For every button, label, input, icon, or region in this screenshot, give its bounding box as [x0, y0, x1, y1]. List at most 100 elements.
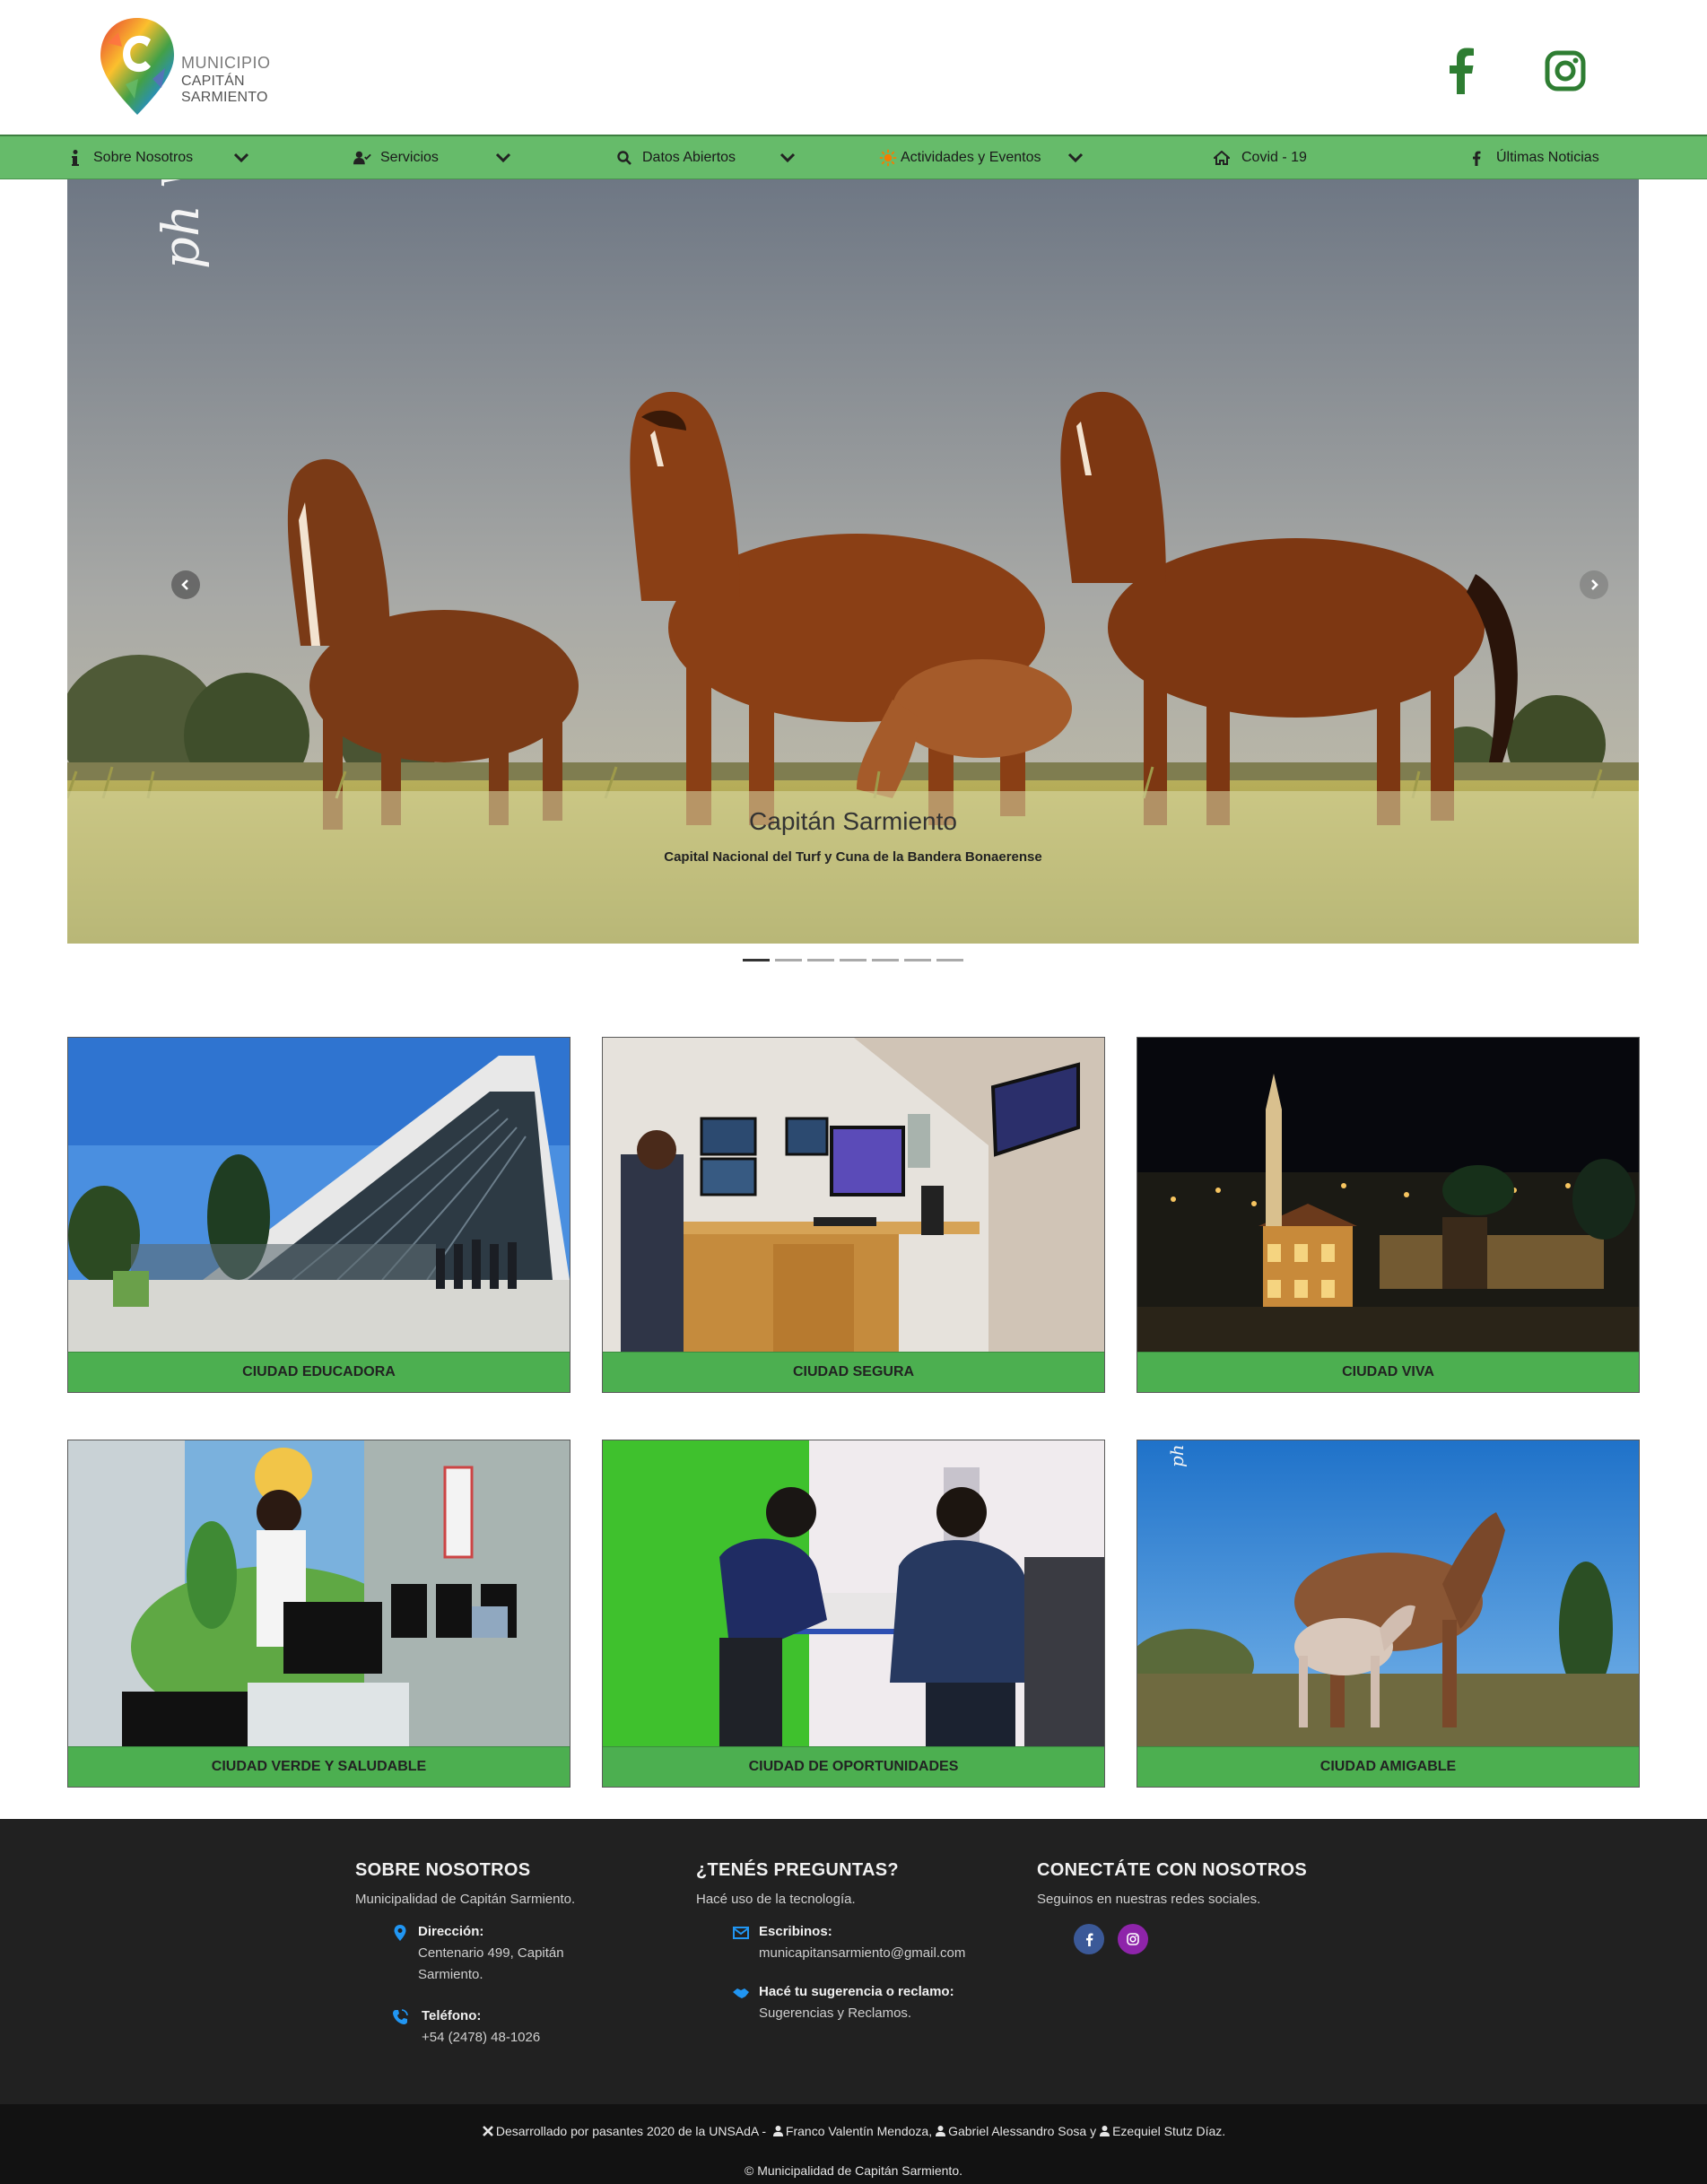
nav-ultimas-noticias[interactable]: Últimas Noticias	[1467, 136, 1599, 179]
nav-label: Servicios	[380, 150, 439, 165]
carousel-indicators	[743, 959, 963, 961]
footer-claim: Hacé tu sugerencia o reclamo: Sugerencia…	[733, 1984, 1028, 2024]
carousel-caption-title: Capitán Sarmiento	[749, 807, 957, 835]
carousel-prev-button[interactable]	[171, 570, 200, 599]
card-label: CIUDAD SEGURA	[603, 1352, 1104, 1392]
footer-phone: Teléfono: +54 (2478) 48-1026	[393, 2008, 601, 2049]
chevron-down-icon	[495, 152, 511, 163]
footer-email: Escribinos: municapitansarmiento@gmail.c…	[733, 1924, 1028, 1964]
card-ciudad-viva[interactable]: CIUDAD VIVA	[1137, 1037, 1640, 1393]
nav-label: Últimas Noticias	[1496, 150, 1599, 165]
municipio-logo[interactable]: MUNICIPIO CAPITÁN SARMIENTO	[99, 16, 332, 122]
carousel-indicator[interactable]	[743, 959, 770, 961]
footer-questions-title: ¿TENÉS PREGUNTAS?	[696, 1860, 899, 1880]
carousel-indicator[interactable]	[936, 959, 963, 961]
chevron-left-icon	[181, 579, 188, 590]
developer-name: Ezequiel Stutz Díaz.	[1112, 2124, 1226, 2138]
card-ciudad-verde-saludable[interactable]: CIUDAD VERDE Y SALUDABLE	[67, 1440, 570, 1788]
footer-instagram-button[interactable]	[1118, 1924, 1148, 1954]
footer-phone-label: Teléfono:	[422, 2008, 482, 2023]
instagram-link[interactable]	[1543, 45, 1588, 97]
footer-claim-link[interactable]: Sugerencias y Reclamos.	[759, 2003, 1028, 2024]
nav-servicios[interactable]: Servicios	[353, 136, 511, 179]
footer-facebook-button[interactable]	[1074, 1924, 1104, 1954]
footer-claim-label: Hacé tu sugerencia o reclamo:	[759, 1984, 954, 1999]
footer-email-label: Escribinos:	[759, 1924, 832, 1939]
nav-datos-abiertos[interactable]: Datos Abiertos	[615, 136, 796, 179]
site-footer: SOBRE NOSOTROS Municipalidad de Capitán …	[0, 1819, 1707, 2104]
nav-label: Actividades y Eventos	[901, 150, 1041, 165]
instagram-icon	[1545, 50, 1586, 91]
home-icon	[1213, 149, 1231, 167]
card-label: CIUDAD VIVA	[1137, 1352, 1639, 1392]
map-marker-icon	[394, 1925, 406, 1941]
carousel-indicator[interactable]	[807, 959, 834, 961]
phone-icon	[393, 2009, 408, 2024]
footer-address: Dirección: Centenario 499, Capitán Sarmi…	[394, 1924, 597, 1986]
hero-carousel[interactable]: ph Vare Capitán Sarmiento Capital Nacion…	[67, 179, 1639, 944]
facebook-link[interactable]	[1439, 45, 1484, 97]
developer-credits-text: Desarrollado por pasantes 2020 de la UNS…	[495, 2124, 770, 2138]
chevron-down-icon	[779, 152, 796, 163]
card-image: ph Vare	[1137, 1440, 1639, 1746]
chevron-down-icon	[233, 152, 249, 163]
tools-icon	[482, 2126, 493, 2136]
chevron-down-icon	[1067, 152, 1084, 163]
nav-covid-19[interactable]: Covid - 19	[1213, 136, 1307, 179]
carousel-indicator[interactable]	[840, 959, 867, 961]
carousel-indicator[interactable]	[872, 959, 899, 961]
copyright: © Municipalidad de Capitán Sarmiento.	[744, 2163, 962, 2178]
envelope-icon	[733, 1927, 749, 1939]
carousel-indicator[interactable]	[775, 959, 802, 961]
nav-sobre-nosotros[interactable]: Sobre Nosotros	[66, 136, 249, 179]
chevron-right-icon	[1591, 579, 1598, 590]
developer-name: Franco Valentín Mendoza,	[785, 2124, 933, 2138]
developer-credits: Desarrollado por pasantes 2020 de la UNS…	[0, 2124, 1707, 2138]
card-image	[603, 1038, 1104, 1352]
developer-name: Gabriel Alessandro Sosa y	[948, 2124, 1097, 2138]
card-label: CIUDAD EDUCADORA	[68, 1352, 570, 1392]
nav-label: Sobre Nosotros	[93, 150, 194, 165]
footer-phone-value[interactable]: +54 (2478) 48-1026	[422, 2027, 601, 2049]
nav-label: Datos Abiertos	[642, 150, 736, 165]
card-image	[68, 1038, 570, 1352]
facebook-icon	[1085, 1933, 1093, 1946]
user-icon	[1100, 2126, 1110, 2136]
footer-about: SOBRE NOSOTROS Municipalidad de Capitán …	[355, 1860, 575, 1907]
instagram-icon	[1127, 1933, 1139, 1945]
card-ciudad-segura[interactable]: CIUDAD SEGURA	[602, 1037, 1105, 1393]
footer-connect-desc: Seguinos en nuestras redes sociales.	[1037, 1892, 1261, 1907]
user-icon	[772, 2126, 783, 2136]
facebook-icon	[1467, 149, 1485, 167]
card-label: CIUDAD DE OPORTUNIDADES	[603, 1746, 1104, 1787]
footer-connect: CONECTÁTE CON NOSOTROS Seguinos en nuest…	[1037, 1860, 1307, 1907]
facebook-icon	[1450, 48, 1474, 94]
footer-about-desc: Municipalidad de Capitán Sarmiento.	[355, 1892, 576, 1907]
carousel-indicator[interactable]	[904, 959, 931, 961]
footer-address-value: Centenario 499, Capitán Sarmiento.	[418, 1945, 564, 1982]
user-icon	[936, 2126, 946, 2136]
photo-watermark: ph Vare	[152, 179, 211, 269]
footer-email-value[interactable]: municapitansarmiento@gmail.com	[759, 1943, 1028, 1964]
user-check-icon	[353, 149, 371, 167]
logo-text-municipio: MUNICIPIO	[181, 54, 271, 72]
carousel-caption-subtitle: Capital Nacional del Turf y Cuna de la B…	[664, 849, 1042, 865]
nav-label: Covid - 19	[1241, 150, 1307, 165]
footer-about-title: SOBRE NOSOTROS	[355, 1860, 531, 1880]
footer-questions-desc: Hacé uso de la tecnología.	[696, 1892, 856, 1907]
card-ciudad-amigable[interactable]: ph Vare CIUDAD AMIGABLE	[1137, 1440, 1640, 1788]
card-ciudad-educadora[interactable]: CIUDAD EDUCADORA	[67, 1037, 570, 1393]
footer-questions: ¿TENÉS PREGUNTAS? Hacé uso de la tecnolo…	[696, 1860, 899, 1907]
handshake-icon	[733, 1988, 749, 1998]
card-image	[68, 1440, 570, 1746]
card-ciudad-oportunidades[interactable]: CIUDAD DE OPORTUNIDADES	[602, 1440, 1105, 1788]
bottom-bar: Desarrollado por pasantes 2020 de la UNS…	[0, 2104, 1707, 2184]
card-label: CIUDAD VERDE Y SALUDABLE	[68, 1746, 570, 1787]
site-header: MUNICIPIO CAPITÁN SARMIENTO	[0, 0, 1707, 135]
logo-emblem-icon	[100, 18, 174, 115]
card-label: CIUDAD AMIGABLE	[1137, 1746, 1639, 1787]
info-icon	[66, 149, 84, 167]
carousel-next-button[interactable]	[1580, 570, 1608, 599]
nav-actividades-eventos[interactable]: Actividades y Eventos	[879, 136, 1084, 179]
photo-watermark: ph Vare	[1166, 1440, 1188, 1467]
